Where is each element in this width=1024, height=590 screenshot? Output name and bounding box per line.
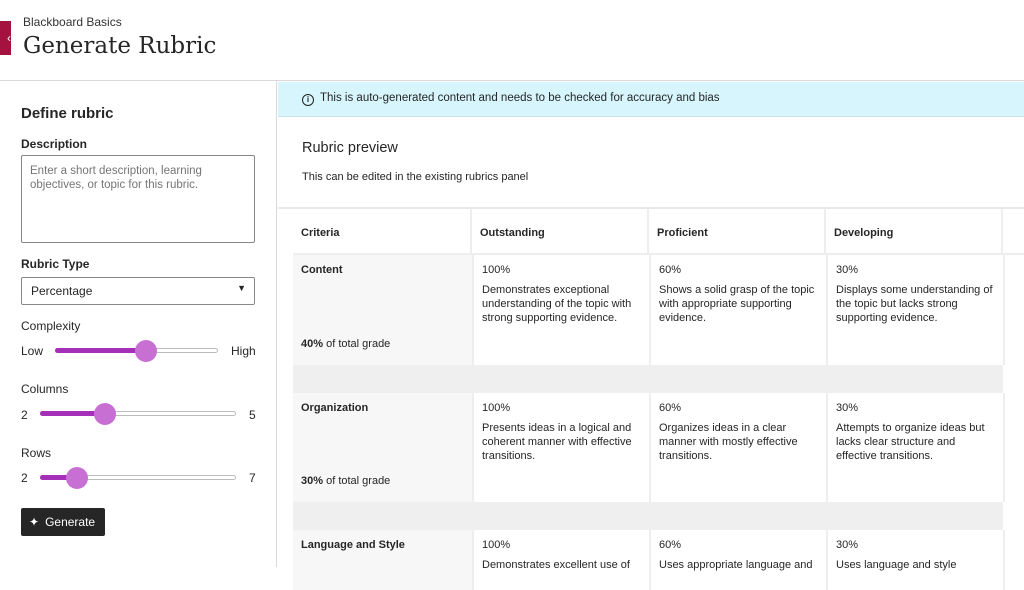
slider-thumb[interactable] (66, 467, 89, 489)
row-gap (293, 365, 1003, 393)
rating-cell[interactable]: 60% Uses appropriate language and (649, 530, 826, 590)
complexity-slider[interactable] (55, 340, 218, 362)
criterion-name: Content (301, 264, 343, 276)
column-header (1003, 209, 1024, 255)
sparkle-icon: ✦ (29, 515, 40, 529)
rating-cell[interactable]: 60% Organizes ideas in a clear manner wit… (649, 393, 826, 502)
rating-cell[interactable]: 100% Demonstrates exceptional understandi… (472, 255, 649, 365)
rating-percent: 100% (482, 402, 511, 414)
rows-min: 2 (21, 471, 28, 485)
back-button[interactable]: ‹ (0, 21, 11, 55)
columns-label: Columns (21, 382, 69, 396)
rating-description: Organizes ideas in a clear manner with m… (659, 422, 798, 462)
criterion-cell: Language and Style (293, 530, 472, 590)
column-header: Developing (826, 209, 1003, 255)
description-input[interactable] (21, 155, 255, 243)
row-gap (293, 502, 1003, 530)
column-header: Proficient (649, 209, 826, 255)
complexity-label: Complexity (21, 319, 81, 333)
rows-slider[interactable] (40, 467, 236, 489)
rating-description: Demonstrates excellent use of (482, 559, 630, 571)
rubric-table: Criteria Outstanding Proficient Developing C… (278, 207, 1024, 590)
rating-percent: 100% (482, 264, 511, 276)
rating-description: Uses language and style (836, 559, 957, 571)
info-icon: i (302, 94, 314, 106)
rating-cell[interactable]: 30% Uses language and style (826, 530, 1003, 590)
rows-label: Rows (21, 446, 52, 460)
columns-slider[interactable] (40, 403, 236, 425)
page-title: Generate Rubric (23, 33, 217, 59)
columns-max: 5 (249, 408, 256, 422)
rating-description: Uses appropriate language and (659, 559, 813, 571)
column-header: Criteria (293, 209, 472, 255)
criterion-name: Language and Style (301, 539, 405, 551)
complexity-max: High (231, 344, 256, 358)
rating-cell[interactable]: 100% Presents ideas in a logical and cohe… (472, 393, 649, 502)
rating-description: Presents ideas in a logical and coherent… (482, 422, 632, 462)
description-label: Description (21, 137, 88, 151)
rating-percent: 30% (836, 402, 859, 414)
criterion-weight: 30% of total grade (301, 475, 391, 487)
preview-subtitle: This can be edited in the existing rubri… (302, 171, 529, 183)
rating-percent: 60% (659, 264, 682, 276)
criterion-name: Organization (301, 402, 369, 414)
panel-heading: Define rubric (21, 105, 114, 122)
rating-cell (1003, 530, 1024, 590)
rating-percent: 60% (659, 539, 682, 551)
rubric-type-label: Rubric Type (21, 257, 90, 271)
ai-warning-banner: i This is auto-generated content and need… (278, 82, 1024, 117)
chevron-left-icon: ‹ (7, 31, 11, 45)
rating-description: Displays some understanding of the topic… (836, 284, 993, 324)
caret-down-icon: ▼ (237, 283, 246, 293)
banner-text: This is auto-generated content and needs… (320, 92, 720, 104)
rating-percent: 30% (836, 539, 859, 551)
rating-percent: 30% (836, 264, 859, 276)
generate-label: Generate (45, 515, 96, 529)
slider-thumb[interactable] (94, 403, 117, 425)
breadcrumb: Blackboard Basics (23, 15, 122, 29)
complexity-min: Low (21, 344, 44, 358)
generate-button[interactable]: ✦ Generate (21, 508, 105, 536)
rating-cell (1003, 393, 1024, 502)
rubric-preview-panel: i This is auto-generated content and need… (278, 81, 1024, 590)
rating-cell[interactable]: 60% Shows a solid grasp of the topic with… (649, 255, 826, 365)
rubric-type-select[interactable]: Percentage ▼ (21, 277, 255, 305)
criterion-weight: 40% of total grade (301, 338, 391, 350)
slider-thumb[interactable] (135, 340, 158, 362)
columns-min: 2 (21, 408, 28, 422)
rating-cell (1003, 255, 1024, 365)
rating-description: Shows a solid grasp of the topic with ap… (659, 284, 815, 324)
criterion-cell: Organization 30% of total grade (293, 393, 472, 502)
rows-max: 7 (249, 471, 256, 485)
rubric-type-value: Percentage (31, 284, 93, 298)
rating-description: Attempts to organize ideas but lacks cle… (836, 422, 985, 462)
rating-percent: 60% (659, 402, 682, 414)
define-rubric-panel: Define rubric Description Rubric Type Pe… (0, 81, 277, 567)
criterion-cell: Content 40% of total grade (293, 255, 472, 365)
rating-percent: 100% (482, 539, 511, 551)
rating-cell[interactable]: 30% Attempts to organize ideas but lacks … (826, 393, 1003, 502)
rating-description: Demonstrates exceptional understanding o… (482, 284, 632, 324)
preview-title: Rubric preview (302, 140, 398, 156)
rating-cell[interactable]: 30% Displays some understanding of the to… (826, 255, 1003, 365)
column-header: Outstanding (472, 209, 649, 255)
rating-cell[interactable]: 100% Demonstrates excellent use of (472, 530, 649, 590)
